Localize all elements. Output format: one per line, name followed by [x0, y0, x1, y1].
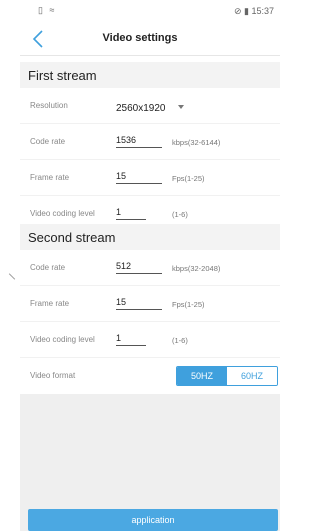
first-code-rate-row: Code rate kbps(32-6144) [20, 124, 280, 160]
code-rate-hint: kbps(32-6144) [172, 138, 221, 147]
nav-divider [20, 55, 280, 56]
second-stream-header: Second stream [20, 224, 280, 250]
page-title: Video settings [102, 32, 178, 44]
first-stream-title: First stream [28, 68, 97, 83]
frame-rate-label: Frame rate [30, 299, 70, 308]
second-code-rate-input[interactable] [116, 258, 162, 274]
resolution-value: 2560x1920 [116, 103, 166, 114]
code-rate-hint: kbps(32-2048) [172, 264, 221, 273]
video-format-toggle: 50HZ 60HZ [176, 366, 278, 386]
second-code-rate-row: Code rate kbps(32-2048) [20, 250, 280, 286]
first-stream-header: First stream [20, 62, 280, 88]
second-frame-rate-input[interactable] [116, 294, 162, 310]
second-stream-title: Second stream [28, 230, 116, 245]
apply-button[interactable]: application [28, 509, 278, 531]
video-format-option-60hz[interactable]: 60HZ [227, 367, 277, 385]
edge-mark [8, 273, 16, 280]
video-format-row: Video format 50HZ 60HZ [20, 358, 280, 394]
first-code-rate-input[interactable] [116, 132, 162, 148]
status-left-icons: ▯ ≈ [38, 5, 57, 15]
coding-level-label: Video coding level [30, 209, 95, 218]
resolution-select[interactable]: 2560x1920 [116, 98, 184, 114]
coding-level-hint: (1-6) [172, 210, 188, 219]
nav-bar: Video settings [0, 22, 280, 56]
video-format-option-50hz[interactable]: 50HZ [177, 367, 227, 385]
frame-rate-label: Frame rate [30, 173, 70, 182]
second-coding-level-input[interactable] [116, 330, 146, 346]
coding-level-hint: (1-6) [172, 336, 188, 345]
first-frame-rate-input[interactable] [116, 168, 162, 184]
video-format-label: Video format [30, 371, 76, 380]
code-rate-label: Code rate [30, 263, 66, 272]
first-resolution-row: Resolution 2560x1920 [20, 88, 280, 124]
first-coding-level-input[interactable] [116, 204, 146, 220]
code-rate-label: Code rate [30, 137, 66, 146]
status-right-info: ⊘ ▮ 15:37 [233, 6, 274, 16]
second-frame-rate-row: Frame rate Fps(1-25) [20, 286, 280, 322]
caret-down-icon [177, 104, 184, 109]
frame-rate-hint: Fps(1-25) [172, 300, 205, 309]
status-bar: ▯ ≈ ⊘ ▮ 15:37 [0, 0, 280, 22]
first-frame-rate-row: Frame rate Fps(1-25) [20, 160, 280, 196]
second-coding-level-row: Video coding level (1-6) [20, 322, 280, 358]
frame-rate-hint: Fps(1-25) [172, 174, 205, 183]
resolution-label: Resolution [30, 101, 68, 110]
coding-level-label: Video coding level [30, 335, 95, 344]
